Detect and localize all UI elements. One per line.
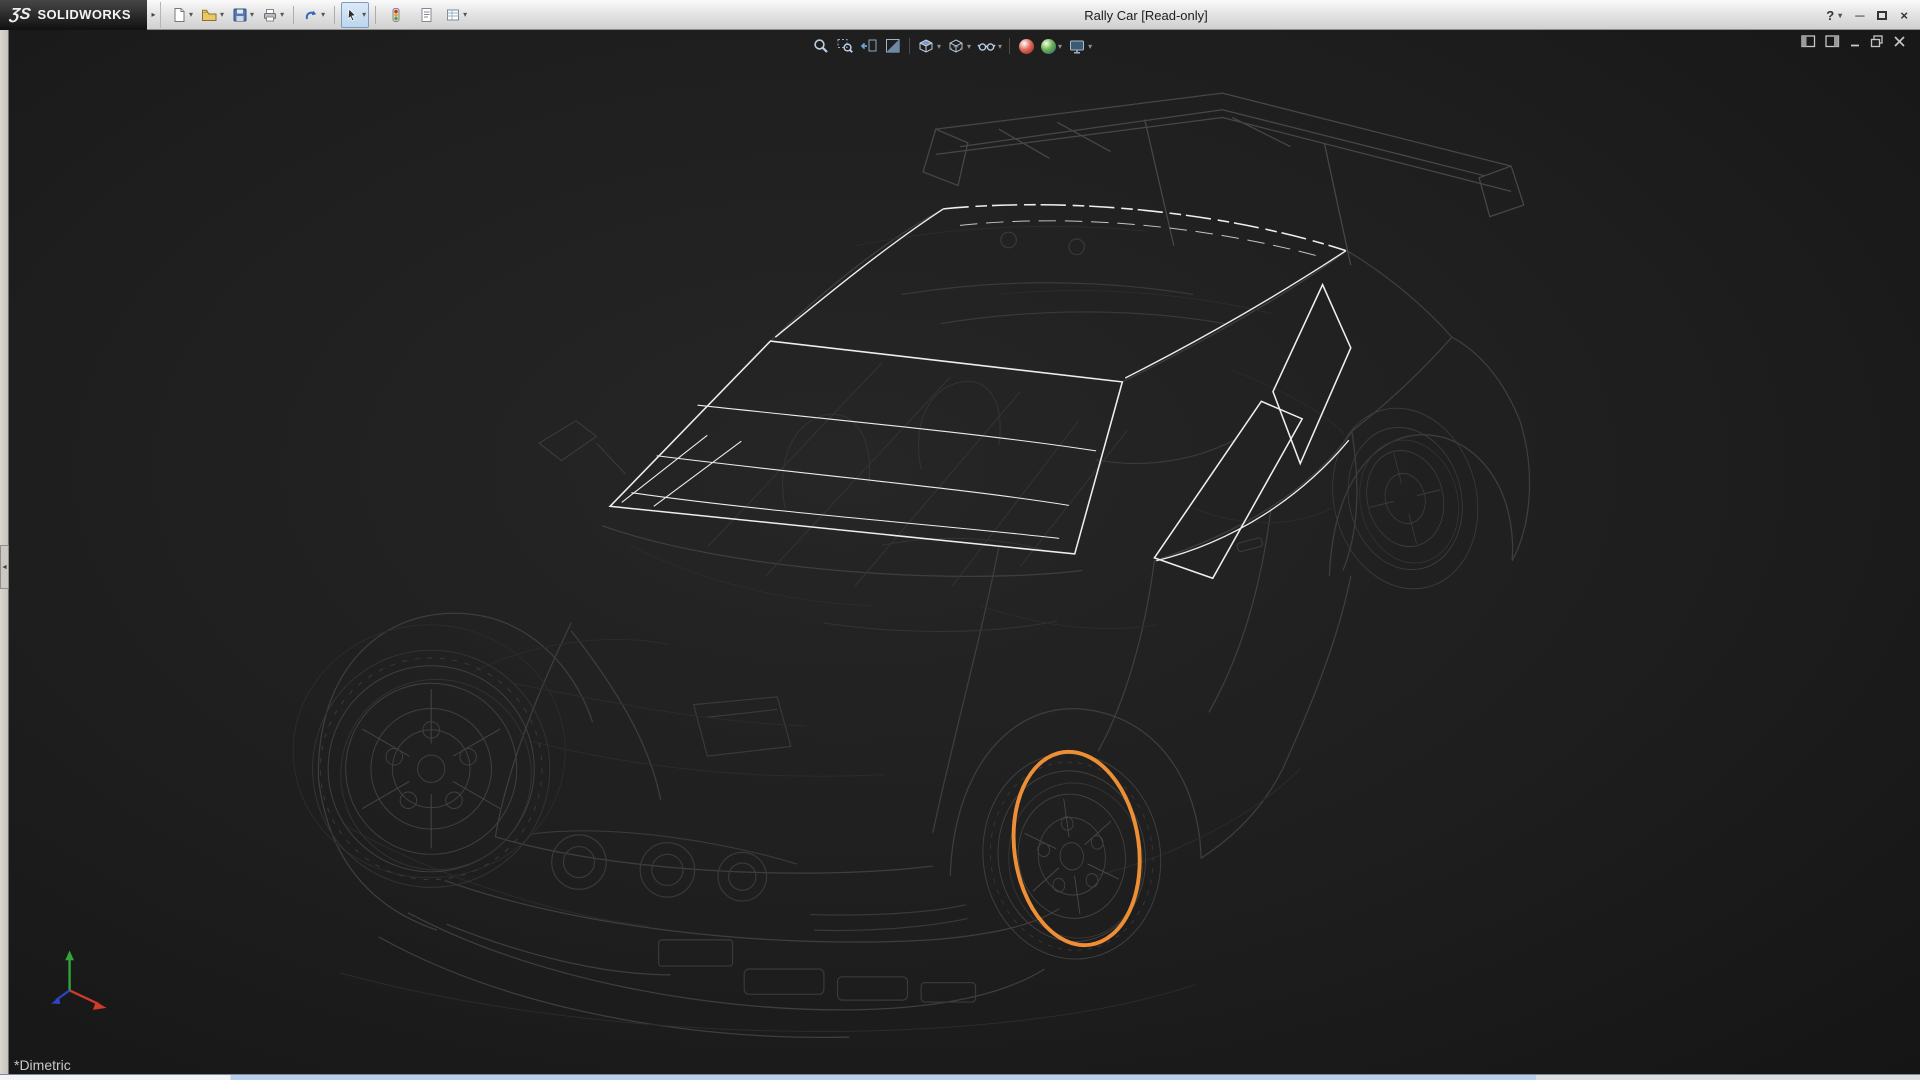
dropdown-caret[interactable]: ▾ <box>998 42 1002 51</box>
hud-separator <box>1009 38 1010 54</box>
front-right-wheel[interactable] <box>970 742 1174 971</box>
document-close-button[interactable] <box>1893 35 1906 48</box>
apply-scene-sphere-icon <box>1041 39 1056 54</box>
help-button[interactable]: ?▾ <box>1826 8 1842 23</box>
front-details[interactable] <box>532 232 1263 1002</box>
pane-right-button[interactable] <box>1825 35 1840 48</box>
taskbar-edge-strip <box>0 1074 1920 1080</box>
feature-manager-expand-handle[interactable]: ◄ <box>0 545 9 589</box>
dropdown-caret[interactable]: ▾ <box>1838 11 1842 20</box>
rebuild-stoplight-icon <box>389 7 403 23</box>
select-cursor-icon <box>344 7 360 23</box>
print-button[interactable]: ▾ <box>259 2 287 28</box>
zoom-to-area-icon <box>836 37 854 55</box>
dropdown-caret[interactable]: ▾ <box>321 10 325 19</box>
options-button[interactable]: ▾ <box>442 2 470 28</box>
print-icon <box>262 7 278 23</box>
open-button[interactable]: ▾ <box>198 2 227 28</box>
section-view-icon <box>884 37 902 55</box>
undo-arrow-icon <box>303 7 319 23</box>
section-view-button[interactable] <box>882 34 904 58</box>
pane-right-icon <box>1825 35 1840 48</box>
document-minimize-button[interactable] <box>1849 35 1861 48</box>
display-style-button[interactable]: ▾ <box>945 34 973 58</box>
undo-button[interactable]: ▾ <box>300 2 328 28</box>
rear-wing[interactable] <box>923 93 1524 265</box>
rear-right-wheel[interactable] <box>1314 393 1497 605</box>
solidworks-window: ƷS SOLIDWORKS ▸ ▾ ▾ ▾ <box>0 0 1920 1080</box>
view-settings-button[interactable]: ▾ <box>1066 34 1094 58</box>
dropdown-caret[interactable]: ▾ <box>1058 42 1062 51</box>
minimize-button[interactable]: ─ <box>1855 8 1864 23</box>
highlighted-glass-edges[interactable] <box>610 205 1351 579</box>
interior-roll-cage[interactable] <box>707 362 1127 631</box>
solidworks-logo-mark-icon: ƷS <box>9 6 32 24</box>
toolbar-separator <box>334 6 335 24</box>
document-minimize-icon <box>1849 35 1861 48</box>
document-close-icon <box>1893 35 1906 48</box>
file-properties-button[interactable] <box>412 2 440 28</box>
heads-up-view-toolbar: ▾ ▾ ▾ <box>810 33 1094 59</box>
pane-left-button[interactable] <box>1801 35 1816 48</box>
zoom-to-area-button[interactable] <box>834 34 856 58</box>
dropdown-caret[interactable]: ▾ <box>967 42 971 51</box>
maximize-button[interactable] <box>1877 11 1887 20</box>
previous-view-button[interactable] <box>858 34 880 58</box>
document-restore-button[interactable] <box>1870 35 1884 48</box>
hide-show-items-button[interactable]: ▾ <box>975 34 1004 58</box>
car-body-lines[interactable] <box>318 209 1529 1038</box>
solidworks-logo: ƷS SOLIDWORKS <box>0 0 147 30</box>
view-orientation-label: *Dimetric <box>14 1057 71 1073</box>
dropdown-caret[interactable]: ▾ <box>250 10 254 19</box>
dropdown-caret[interactable]: ▾ <box>280 10 284 19</box>
toolbar-separator <box>293 6 294 24</box>
pane-left-icon <box>1801 35 1816 48</box>
apply-scene-button[interactable]: ▾ <box>1039 34 1064 58</box>
view-orientation-button[interactable]: ▾ <box>915 34 943 58</box>
dropdown-caret[interactable]: ▾ <box>362 10 366 19</box>
dropdown-caret[interactable]: ▾ <box>220 10 224 19</box>
front-left-wheel[interactable] <box>313 650 550 887</box>
zoom-to-fit-icon <box>812 37 830 55</box>
selection-highlight-ellipse[interactable] <box>1002 744 1152 954</box>
save-button[interactable]: ▾ <box>229 2 257 28</box>
previous-view-icon <box>860 37 878 55</box>
dropdown-caret[interactable]: ▾ <box>463 10 467 19</box>
edit-appearance-sphere-icon <box>1019 39 1034 54</box>
save-floppy-icon <box>232 7 248 23</box>
orientation-triad <box>51 951 106 1010</box>
document-restore-icon <box>1870 35 1884 48</box>
graphics-viewport[interactable]: ◄ <box>0 30 1920 1074</box>
dropdown-caret[interactable]: ▾ <box>189 10 193 19</box>
edit-appearance-button[interactable] <box>1015 34 1037 58</box>
close-button[interactable]: × <box>1900 8 1908 23</box>
display-style-cube-icon <box>947 38 965 55</box>
document-window-controls <box>1801 35 1906 48</box>
new-document-icon <box>171 7 187 23</box>
select-button[interactable]: ▾ <box>341 2 369 28</box>
view-settings-monitor-icon <box>1068 38 1086 55</box>
hud-separator <box>909 38 910 54</box>
view-orientation-cube-icon <box>917 38 935 55</box>
title-bar: ƷS SOLIDWORKS ▸ ▾ ▾ ▾ <box>0 0 1920 30</box>
new-document-button[interactable]: ▾ <box>168 2 196 28</box>
dropdown-caret[interactable]: ▾ <box>937 42 941 51</box>
zoom-to-fit-button[interactable] <box>810 34 832 58</box>
dropdown-caret[interactable]: ▾ <box>1088 42 1092 51</box>
toolbar-separator <box>375 6 376 24</box>
window-title: Rally Car [Read-only] <box>1084 0 1208 30</box>
hide-show-glasses-icon <box>977 38 996 54</box>
rally-car-wireframe-model[interactable] <box>0 30 1920 1074</box>
file-properties-icon <box>419 7 434 23</box>
window-controls: ?▾ ─ × <box>1826 0 1908 30</box>
maximize-icon <box>1877 11 1887 20</box>
rebuild-button[interactable] <box>382 2 410 28</box>
options-sheet-icon <box>445 7 461 23</box>
menu-expander-button[interactable]: ▸ <box>147 2 161 28</box>
brand-text: SOLIDWORKS <box>37 7 131 22</box>
open-folder-icon <box>201 7 218 23</box>
